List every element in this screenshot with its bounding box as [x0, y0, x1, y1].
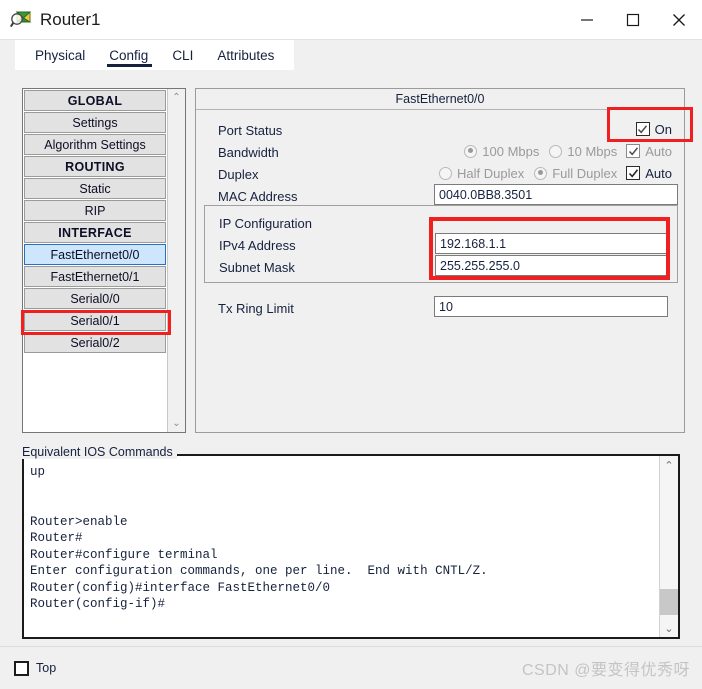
ip-configuration-label-row: IP Configuration	[219, 212, 312, 234]
sidebar-item-fastethernet0-1[interactable]: FastEthernet0/1	[24, 266, 166, 287]
duplex-label-row: Duplex	[218, 163, 258, 185]
ipv4-address-label: IPv4 Address	[219, 237, 296, 253]
bandwidth-auto-checkbox[interactable]	[626, 144, 641, 158]
ios-line: Router(config)#interface FastEthernet0/0	[30, 580, 331, 595]
sidebar-item-routing: ROUTING	[24, 156, 166, 177]
bandwidth-100mbps-radio[interactable]	[464, 144, 478, 158]
watermark: CSDN @要变得优秀呀	[521, 662, 690, 679]
minimize-button[interactable]	[564, 0, 610, 39]
duplex-auto-label: Auto	[645, 165, 672, 181]
interface-config-panel: FastEthernet0/0 Port Status On Bandwidth…	[195, 88, 693, 433]
bandwidth-100mbps-label: 100 Mbps	[482, 143, 540, 159]
bottom-bar: Top CSDN @要变得优秀呀	[0, 646, 702, 689]
ios-line: up	[30, 465, 46, 479]
scroll-up-icon[interactable]: ⌃	[172, 89, 180, 106]
duplex-half-label: Half Duplex	[457, 165, 525, 181]
config-tree: GLOBAL Settings Algorithm Settings ROUTI…	[22, 88, 186, 433]
mac-address-label: MAC Address	[218, 188, 298, 204]
port-status-checkbox[interactable]	[635, 122, 650, 136]
console-scroll-up-icon[interactable]: ⌃	[664, 456, 673, 474]
tab-attributes[interactable]: Attributes	[205, 40, 286, 71]
tx-ring-limit-field[interactable]: 10	[434, 296, 668, 317]
sidebar-item-global: GLOBAL	[24, 90, 166, 111]
sidebar-item-interface: INTERFACE	[24, 222, 166, 243]
duplex-control[interactable]: Half Duplex Full Duplex Auto	[439, 162, 672, 184]
port-status-label: Port Status	[218, 122, 283, 138]
tab-config[interactable]: Config	[97, 40, 160, 71]
port-status-control[interactable]: On	[635, 118, 672, 140]
tx-ring-limit-label-row: Tx Ring Limit	[218, 297, 294, 319]
duplex-full-label: Full Duplex	[552, 165, 618, 181]
bandwidth-10mbps-label: 10 Mbps	[567, 143, 618, 159]
bandwidth-auto-label: Auto	[645, 143, 672, 159]
sidebar-item-serial0-1[interactable]: Serial0/1	[24, 310, 166, 331]
bandwidth-control[interactable]: 100 Mbps 10 Mbps Auto	[464, 140, 672, 162]
sidebar-item-algorithm-settings[interactable]: Algorithm Settings	[24, 134, 166, 155]
subnet-mask-label: Subnet Mask	[219, 259, 295, 275]
ios-line	[30, 481, 659, 498]
ios-line: Router(config-if)#	[30, 597, 166, 611]
tab-cli[interactable]: CLI	[160, 40, 205, 71]
window-controls	[564, 0, 702, 39]
maximize-button[interactable]	[610, 0, 656, 39]
title-bar: Router1	[0, 0, 702, 40]
sidebar-item-static[interactable]: Static	[24, 178, 166, 199]
console-scrollbar[interactable]: ⌃ ⌄	[659, 456, 678, 637]
config-work-area: GLOBAL Settings Algorithm Settings ROUTI…	[0, 70, 702, 647]
sidebar-item-fastethernet0-0[interactable]: FastEthernet0/0	[24, 244, 166, 265]
bandwidth-label-row: Bandwidth	[218, 141, 279, 163]
ios-line	[30, 497, 659, 514]
bandwidth-label: Bandwidth	[218, 144, 279, 160]
ipv4-address-label-row: IPv4 Address	[219, 234, 296, 256]
ios-commands-label: Equivalent IOS Commands	[22, 445, 177, 459]
tab-physical[interactable]: Physical	[23, 40, 97, 71]
duplex-auto-checkbox[interactable]	[626, 166, 641, 180]
ip-configuration-label: IP Configuration	[219, 215, 312, 231]
duplex-full-radio[interactable]	[534, 166, 548, 180]
console-scroll-track[interactable]	[660, 474, 678, 619]
console-scroll-down-icon[interactable]: ⌄	[664, 619, 673, 637]
ios-line: Router#configure terminal	[30, 547, 218, 562]
console-scroll-thumb[interactable]	[660, 589, 678, 615]
packet-tracer-icon	[9, 9, 32, 31]
ip-configuration-group: IP Configuration IPv4 Address 192.168.1.…	[204, 205, 678, 283]
ios-line: Enter configuration commands, one per li…	[30, 564, 488, 578]
mac-address-label-row: MAC Address	[218, 185, 297, 207]
port-status-label-row: Port Status	[218, 119, 282, 141]
mac-address-field[interactable]: 0040.0BB8.3501	[434, 184, 678, 205]
ios-commands-console: %LINEPROTO-5-UPDOWN: Line protocol on In…	[22, 454, 680, 639]
sidebar-item-rip[interactable]: RIP	[24, 200, 166, 221]
sidebar-item-settings[interactable]: Settings	[24, 112, 166, 133]
sidebar-scrollbar[interactable]: ⌃ ⌄	[167, 89, 185, 432]
tx-ring-limit-label: Tx Ring Limit	[218, 300, 294, 316]
panel-title: FastEthernet0/0	[196, 89, 684, 110]
tab-strip: Physical Config CLI Attributes	[0, 40, 702, 71]
ipv4-address-field[interactable]: 192.168.1.1	[435, 233, 669, 254]
subnet-mask-field[interactable]: 255.255.255.0	[435, 255, 669, 276]
sidebar-item-serial0-0[interactable]: Serial0/0	[24, 288, 166, 309]
port-status-on-label: On	[654, 121, 672, 137]
top-checkbox-label: Top	[36, 661, 57, 675]
top-checkbox[interactable]	[14, 660, 29, 676]
duplex-half-radio[interactable]	[439, 166, 453, 180]
bandwidth-10mbps-radio[interactable]	[549, 144, 563, 158]
sidebar-item-serial0-2[interactable]: Serial0/2	[24, 332, 166, 353]
scroll-down-icon[interactable]: ⌄	[172, 415, 180, 432]
close-button[interactable]	[656, 0, 702, 39]
subnet-mask-label-row: Subnet Mask	[219, 256, 295, 278]
ios-commands-text[interactable]: %LINEPROTO-5-UPDOWN: Line protocol on In…	[24, 456, 659, 637]
window-title: Router1	[40, 9, 101, 29]
duplex-label: Duplex	[218, 166, 259, 182]
config-tree-list: GLOBAL Settings Algorithm Settings ROUTI…	[23, 89, 167, 432]
ios-line: Router>enable	[30, 514, 128, 529]
ios-line: Router#	[30, 531, 83, 545]
